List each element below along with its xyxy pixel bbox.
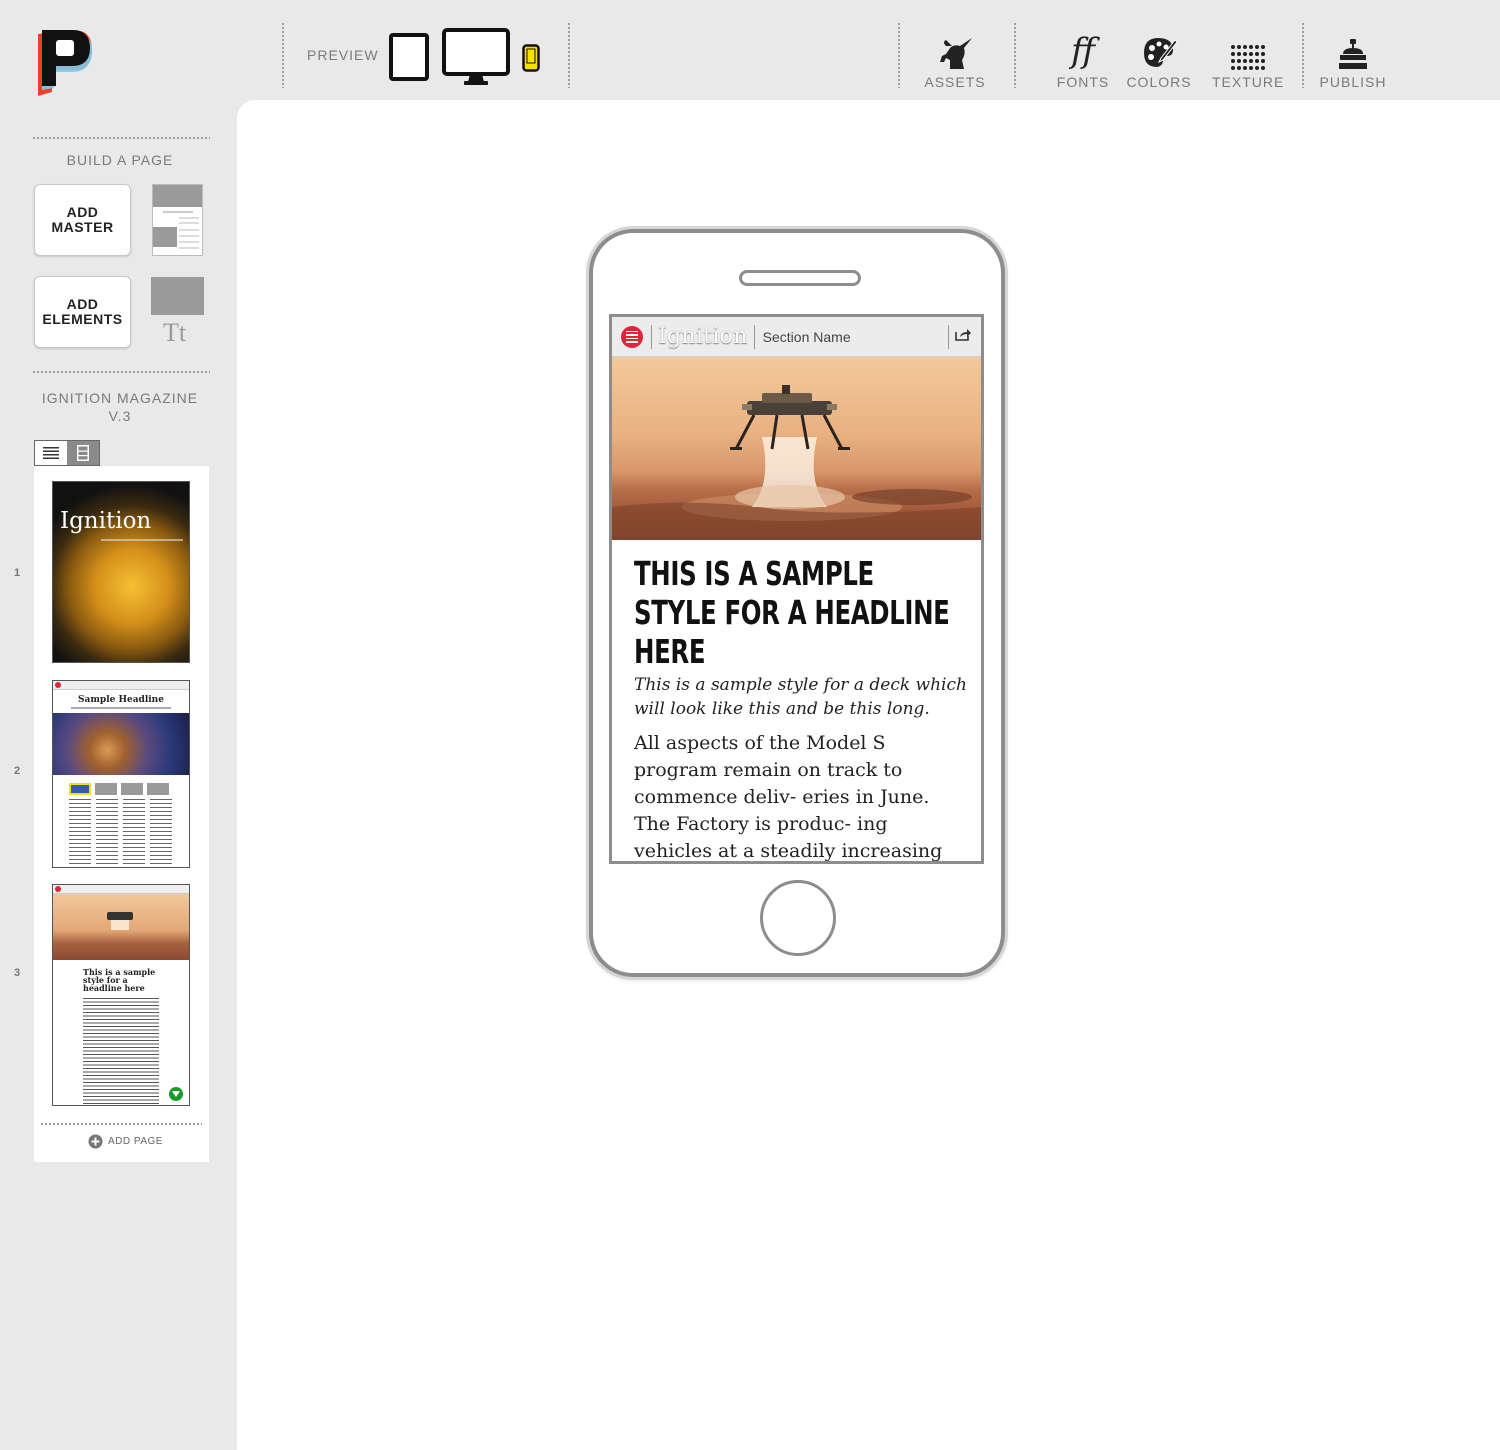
magazine-brand: Ignition bbox=[658, 324, 748, 349]
mars-lander-image bbox=[612, 385, 981, 540]
assets-tool[interactable]: ASSETS bbox=[924, 32, 986, 90]
list-view-button[interactable] bbox=[35, 441, 67, 465]
master-template-thumbnail[interactable] bbox=[152, 184, 203, 256]
sidebar-divider bbox=[32, 136, 210, 140]
grid-view-button[interactable] bbox=[67, 441, 99, 465]
preview-label: PREVIEW bbox=[307, 47, 379, 63]
page-thumbnail-2[interactable]: Sample Headline bbox=[52, 680, 190, 868]
page-number: 3 bbox=[14, 967, 21, 979]
assets-label: ASSETS bbox=[924, 74, 986, 90]
article-deck: This is a sample style for a deck which … bbox=[634, 675, 967, 719]
tablet-icon bbox=[389, 33, 429, 81]
page-view-toggle bbox=[34, 440, 100, 466]
list-view-icon bbox=[43, 447, 59, 459]
publish-icon bbox=[1339, 39, 1367, 69]
app-logo[interactable] bbox=[34, 26, 96, 96]
article-body: All aspects of the Model S program remai… bbox=[634, 732, 943, 862]
page-thumbnail-3[interactable]: This is a sample style for a headline he… bbox=[52, 884, 190, 1106]
header-divider bbox=[948, 325, 949, 349]
desktop-preview-button[interactable] bbox=[442, 28, 510, 93]
app-header: Ignition Section Name bbox=[612, 317, 981, 357]
colors-tool[interactable]: COLORS bbox=[1125, 32, 1193, 90]
toolbar-divider bbox=[897, 22, 901, 88]
desktop-icon bbox=[442, 28, 510, 85]
toolbar-divider bbox=[567, 22, 571, 88]
add-page-label: ADD PAGE bbox=[108, 1136, 163, 1147]
page-thumbnail-title: Sample Headline bbox=[78, 695, 164, 705]
phone-speaker bbox=[739, 270, 861, 286]
page-thumbnail-1[interactable]: Ignition bbox=[52, 481, 190, 663]
menu-icon[interactable] bbox=[621, 325, 643, 348]
page-thumbnail-title: This is a sample style for a headline he… bbox=[83, 967, 156, 993]
texture-tool[interactable]: TEXTURE bbox=[1212, 32, 1284, 90]
toolbar-divider bbox=[1301, 22, 1305, 88]
tablet-preview-button[interactable] bbox=[389, 33, 429, 86]
page-number: 2 bbox=[14, 765, 21, 777]
phone-screen: Ignition Section Name THIS IS A SAMPLE S… bbox=[609, 314, 984, 864]
share-icon[interactable] bbox=[955, 327, 971, 346]
header-divider bbox=[651, 324, 652, 349]
phone-preview-button[interactable] bbox=[522, 44, 540, 77]
page-thumbnail-title: Ignition bbox=[60, 508, 152, 534]
fonts-tool[interactable]: ff FONTS bbox=[1056, 32, 1110, 90]
build-page-title: BUILD A PAGE bbox=[66, 152, 174, 168]
texture-label: TEXTURE bbox=[1212, 74, 1285, 90]
add-master-button[interactable]: ADD MASTER bbox=[34, 184, 131, 256]
colors-label: COLORS bbox=[1126, 74, 1192, 90]
image-element-thumbnail[interactable] bbox=[151, 277, 204, 315]
page-status-icon bbox=[169, 1087, 183, 1101]
fonts-icon: ff bbox=[1070, 31, 1096, 71]
publish-label: PUBLISH bbox=[1319, 74, 1387, 90]
text-element-thumbnail[interactable]: Tt bbox=[163, 318, 186, 348]
magazine-title: IGNITION MAGAZINE V.3 bbox=[41, 390, 199, 424]
fonts-label: FONTS bbox=[1056, 74, 1110, 90]
texture-icon bbox=[1231, 45, 1265, 70]
phone-home-button bbox=[760, 880, 836, 956]
hero-image bbox=[612, 357, 981, 540]
publish-tool[interactable]: PUBLISH bbox=[1318, 32, 1388, 90]
toolbar-divider bbox=[1013, 22, 1017, 88]
phone-icon bbox=[522, 44, 540, 72]
sidebar-divider bbox=[32, 370, 210, 374]
toolbar-divider bbox=[281, 22, 285, 88]
section-name: Section Name bbox=[762, 328, 851, 345]
sidebar-divider bbox=[40, 1122, 202, 1126]
article-headline: THIS IS A SAMPLE STYLE FOR A HEADLINE HE… bbox=[634, 554, 950, 671]
plus-circle-icon bbox=[88, 1134, 103, 1149]
unicorn-icon bbox=[940, 38, 972, 69]
header-divider bbox=[753, 324, 755, 349]
palette-icon bbox=[1144, 38, 1177, 67]
page-number: 1 bbox=[14, 567, 21, 579]
add-page-button[interactable]: ADD PAGE bbox=[88, 1134, 163, 1149]
grid-view-icon bbox=[77, 445, 89, 461]
add-elements-button[interactable]: ADD ELEMENTS bbox=[34, 276, 131, 348]
